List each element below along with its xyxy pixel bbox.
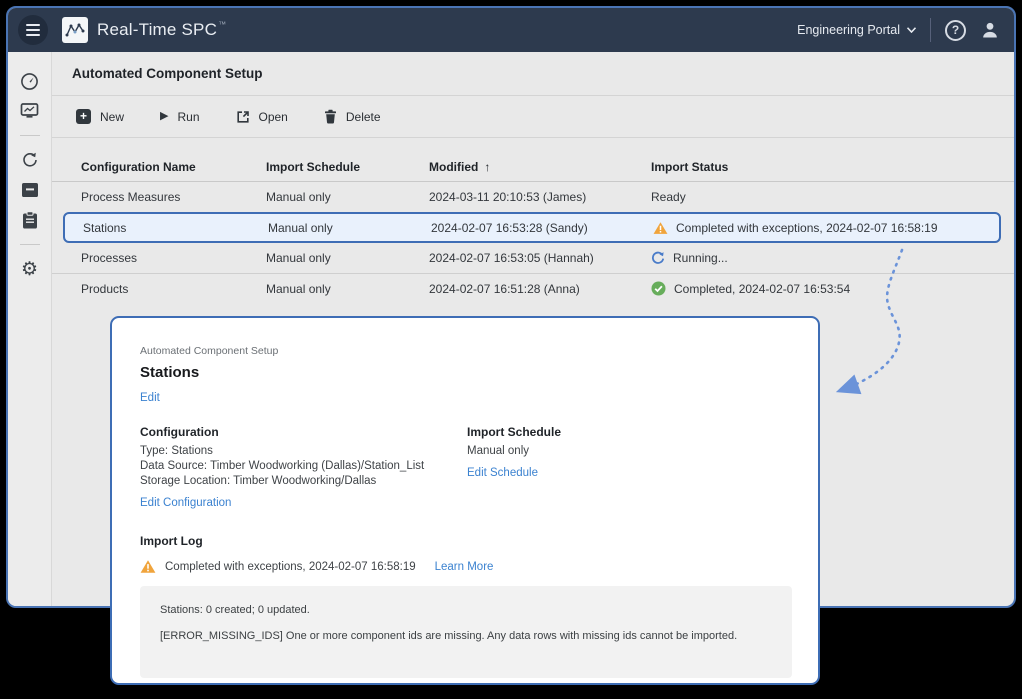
table-row[interactable]: Processes Manual only 2024-02-07 16:53:0… [52,243,1014,273]
portal-selector[interactable]: Engineering Portal [797,23,916,37]
edit-schedule-link[interactable]: Edit Schedule [467,467,538,479]
success-check-icon [651,281,666,296]
app-logo-icon [62,17,88,43]
dashboard-gauge-icon[interactable] [17,68,43,94]
import-schedule-heading: Import Schedule [467,425,790,439]
import-log-heading: Import Log [140,534,790,548]
page-title: Automated Component Setup [72,66,263,81]
configurations-table: Configuration Name Import Schedule Modif… [52,152,1014,303]
detail-panel: Automated Component Setup Stations Edit … [110,316,820,685]
log-line: Stations: 0 created; 0 updated. [160,604,772,616]
col-configuration-name[interactable]: Configuration Name [81,160,266,174]
top-header: Real-Time SPC™ Engineering Portal ? [8,8,1014,52]
app-title: Real-Time SPC™ [97,20,226,40]
portal-label: Engineering Portal [797,23,900,37]
user-account-icon[interactable] [980,20,1000,40]
open-external-icon [236,110,250,124]
configuration-type: Type: Stations [140,444,467,459]
settings-gear-icon[interactable]: ⚙ [17,256,43,282]
status-text: Running... [673,251,728,265]
status-text: Ready [651,190,686,204]
warning-icon [653,221,668,235]
configuration-heading: Configuration [140,425,467,439]
sidebar-divider [20,244,40,245]
open-button[interactable]: Open [236,110,288,124]
charts-monitor-icon[interactable] [17,98,43,124]
trademark: ™ [218,20,226,29]
col-modified[interactable]: Modified↑ [429,160,651,174]
configuration-data-source: Data Source: Timber Woodworking (Dallas)… [140,459,467,474]
plus-icon: + [76,109,91,124]
import-log-box: Stations: 0 created; 0 updated. [ERROR_M… [140,586,792,678]
table-row[interactable]: Products Manual only 2024-02-07 16:51:28… [52,273,1014,303]
sidebar: ⚙ [8,52,52,606]
clipboard-icon[interactable] [17,207,43,233]
table-row[interactable]: Process Measures Manual only 2024-03-11 … [52,182,1014,212]
table-row-selected[interactable]: Stations Manual only 2024-02-07 16:53:28… [63,212,1001,243]
status-text: Completed with exceptions, 2024-02-07 16… [676,221,938,235]
run-button[interactable]: ▶ Run [160,110,199,124]
header-divider [930,18,931,42]
delete-button[interactable]: Delete [324,109,381,124]
col-import-schedule[interactable]: Import Schedule [266,160,429,174]
import-schedule-section: Import Schedule Manual only Edit Schedul… [467,425,790,511]
edit-link[interactable]: Edit [140,392,160,404]
toolbar: + New ▶ Run Open [52,96,1014,138]
sort-ascending-icon: ↑ [484,160,490,174]
panel-breadcrumb: Automated Component Setup [140,345,790,357]
warning-icon [140,559,156,574]
table-header-row: Configuration Name Import Schedule Modif… [52,152,1014,182]
help-icon[interactable]: ? [945,20,966,41]
chevron-down-icon [907,27,916,33]
configuration-section: Configuration Type: Stations Data Source… [140,425,467,511]
panel-title: Stations [140,364,790,381]
import-log-status-text: Completed with exceptions, 2024-02-07 16… [165,561,416,573]
data-box-icon[interactable] [17,177,43,203]
status-text: Completed, 2024-02-07 16:53:54 [674,282,850,296]
learn-more-link[interactable]: Learn More [435,561,494,573]
sync-icon[interactable] [17,147,43,173]
edit-configuration-link[interactable]: Edit Configuration [140,497,231,509]
log-line: [ERROR_MISSING_IDS] One or more componen… [160,630,772,642]
sidebar-divider [20,135,40,136]
hamburger-menu-icon[interactable] [18,15,48,45]
play-icon: ▶ [160,111,168,122]
running-refresh-icon [651,251,665,265]
import-schedule-value: Manual only [467,444,790,459]
new-button[interactable]: + New [76,109,124,124]
configuration-storage-location: Storage Location: Timber Woodworking/Dal… [140,474,467,489]
col-import-status[interactable]: Import Status [651,160,1014,174]
trash-icon [324,109,337,124]
